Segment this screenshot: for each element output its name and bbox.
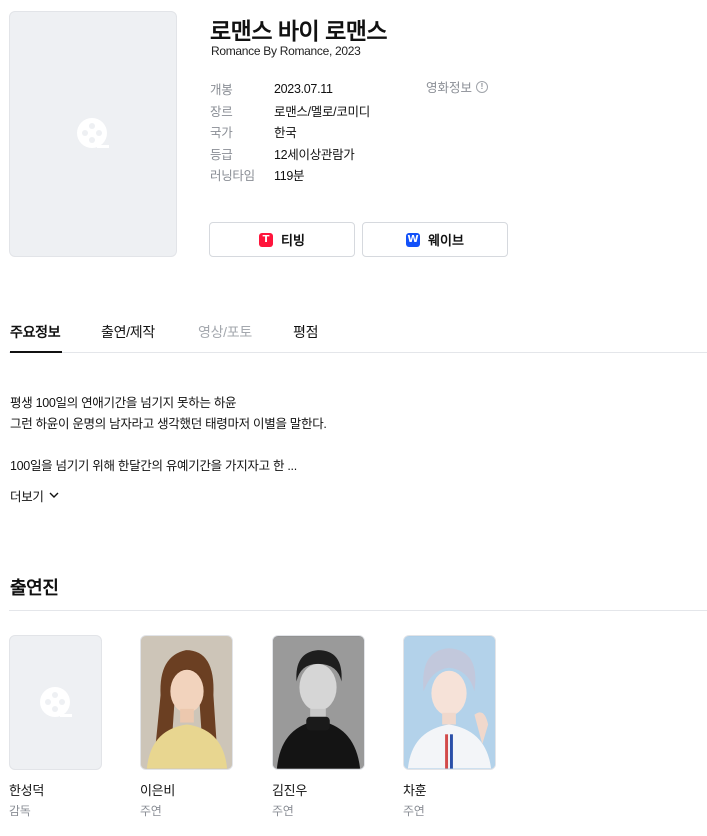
info-row-runtime: 러닝타임 119분	[210, 164, 510, 186]
synopsis-line: 그런 하윤이 운명의 남자라고 생각했던 태령마저 이별을 말한다.	[10, 417, 327, 431]
cast-photo-placeholder	[9, 635, 102, 770]
cast-photo	[272, 635, 365, 770]
more-button[interactable]: 더보기	[10, 486, 59, 505]
cast-card[interactable]: 차훈 주연	[403, 635, 497, 819]
synopsis: 평생 100일의 연애기간을 넘기지 못하는 하윤 그런 하윤이 운명의 남자라…	[10, 393, 690, 477]
tving-button[interactable]: T 티빙	[209, 222, 355, 257]
tving-logo-icon: T	[259, 232, 274, 247]
movie-info-label: 영화정보	[426, 81, 473, 95]
tving-label: 티빙	[281, 233, 305, 248]
synopsis-line: 평생 100일의 연애기간을 넘기지 못하는 하윤	[10, 396, 237, 410]
movie-poster[interactable]	[9, 11, 177, 257]
info-row-country: 국가 한국	[210, 121, 510, 143]
cast-name: 김진우	[272, 783, 307, 798]
more-label: 더보기	[10, 490, 44, 504]
cast-card[interactable]: 이은비 주연	[140, 635, 234, 819]
tab-cast-crew[interactable]: 출연/제작	[101, 322, 155, 342]
cast-photo	[140, 635, 233, 770]
info-value: 로맨스/멜로/코미디	[274, 104, 370, 119]
wavve-label: 웨이브	[428, 233, 464, 248]
wavve-button[interactable]: W 웨이브	[362, 222, 508, 257]
info-row-genre: 장르 로맨스/멜로/코미디	[210, 100, 510, 122]
info-value: 한국	[274, 126, 297, 141]
tab-video-photo: 영상/포토	[198, 324, 252, 340]
info-key: 개봉	[210, 83, 233, 98]
film-reel-icon	[39, 686, 72, 717]
movie-subtitle: Romance By Romance, 2023	[211, 44, 361, 58]
info-value: 2023.07.11	[274, 81, 333, 96]
cast-role: 감독	[9, 804, 31, 818]
info-key: 장르	[210, 104, 233, 119]
tab-main-info[interactable]: 주요정보	[10, 322, 61, 342]
cast-photo	[403, 635, 496, 770]
wavve-logo-icon: W	[406, 232, 421, 247]
cast-heading: 출연진	[10, 578, 59, 598]
portrait-image	[141, 636, 232, 769]
info-key: 국가	[210, 126, 233, 141]
cast-role: 주연	[272, 804, 294, 818]
cast-role: 주연	[403, 804, 425, 818]
info-key: 등급	[210, 147, 233, 162]
portrait-image	[404, 636, 495, 769]
tab-bar: 주요정보 출연/제작 영상/포토 평점	[9, 312, 707, 353]
cast-card[interactable]: 한성덕 감독	[9, 635, 103, 819]
info-value: 12세이상관람가	[274, 147, 355, 162]
movie-info-link[interactable]: 영화정보 !	[426, 78, 489, 95]
info-icon: !	[476, 80, 489, 93]
film-reel-icon	[77, 118, 109, 148]
info-key: 러닝타임	[210, 169, 255, 184]
info-row-rating: 등급 12세이상관람가	[210, 143, 510, 165]
movie-title: 로맨스 바이 로맨스	[210, 18, 388, 44]
cast-card[interactable]: 김진우 주연	[272, 635, 366, 819]
cast-name: 한성덕	[9, 783, 44, 798]
chevron-down-icon	[49, 492, 59, 498]
divider	[9, 610, 707, 611]
cast-role: 주연	[140, 804, 162, 818]
active-tab-indicator	[10, 351, 62, 353]
info-value: 119분	[274, 169, 305, 184]
cast-name: 이은비	[140, 783, 175, 798]
portrait-image	[273, 636, 364, 769]
cast-name: 차훈	[403, 783, 427, 798]
synopsis-line: 100일을 넘기기 위해 한달간의 유예기간을 가지자고 한 ...	[10, 459, 297, 473]
tab-ratings[interactable]: 평점	[293, 322, 318, 342]
